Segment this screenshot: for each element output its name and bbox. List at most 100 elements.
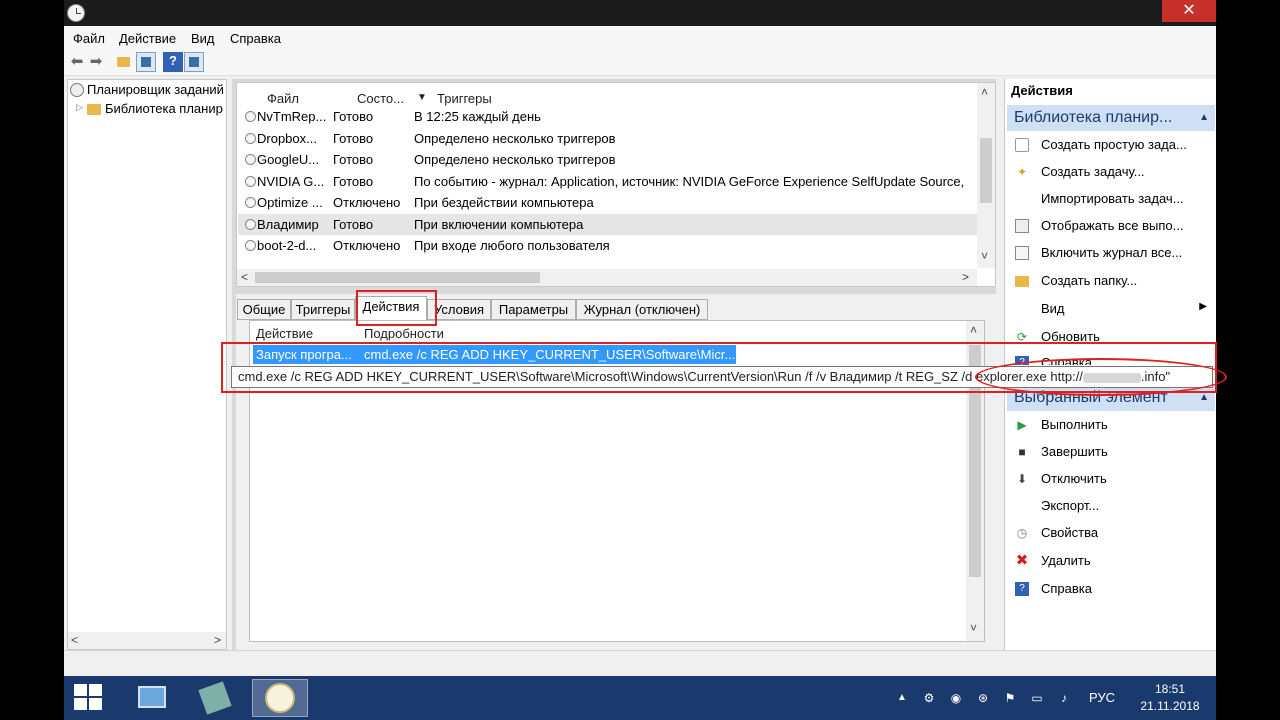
action-label: Отключить bbox=[1041, 471, 1107, 486]
folder-icon bbox=[87, 104, 101, 115]
navigation-tree: Планировщик заданий ▷ Библиотека планир … bbox=[67, 79, 227, 650]
tab-general[interactable]: Общие bbox=[237, 299, 291, 320]
task-status: Готово bbox=[333, 217, 374, 232]
task-icon bbox=[245, 154, 256, 165]
show-action-pane-icon[interactable] bbox=[184, 52, 204, 72]
clock-icon bbox=[70, 83, 84, 97]
action-label: Создать задачу... bbox=[1041, 164, 1145, 179]
collapse-icon[interactable]: ▲ bbox=[1199, 105, 1209, 131]
taskbar-task-scheduler[interactable] bbox=[252, 679, 308, 717]
scroll-thumb[interactable] bbox=[980, 138, 992, 203]
section-library[interactable]: Библиотека планир... ▲ bbox=[1007, 105, 1215, 131]
network-icon[interactable]: ▭ bbox=[1029, 690, 1045, 706]
tree-item-library[interactable]: ▷ Библиотека планир bbox=[68, 100, 226, 118]
action-label: Импортировать задач... bbox=[1041, 191, 1184, 206]
scroll-left-icon[interactable]: < bbox=[71, 633, 78, 647]
action-import-task[interactable]: Импортировать задач... bbox=[1007, 187, 1215, 211]
action-run[interactable]: ▶ Выполнить bbox=[1007, 413, 1215, 437]
log-icon bbox=[1015, 246, 1029, 260]
table-row[interactable]: Dropbox... Готово Определено несколько т… bbox=[238, 128, 978, 149]
column-header-status[interactable]: Состо... bbox=[357, 91, 404, 106]
task-status: Отключено bbox=[333, 238, 401, 253]
tray-ball-icon[interactable]: ⊛ bbox=[975, 690, 991, 706]
action-delete[interactable]: ✖ Удалить bbox=[1007, 549, 1215, 573]
table-row[interactable]: NvTmRep... Готово В 12:25 каждый день bbox=[238, 106, 978, 127]
action-enable-history[interactable]: Включить журнал все... bbox=[1007, 241, 1215, 265]
clock[interactable]: 18:51 21.11.2018 bbox=[1132, 681, 1208, 715]
column-header-triggers[interactable]: Триггеры bbox=[437, 91, 492, 106]
menu-action[interactable]: Действие bbox=[119, 31, 176, 46]
task-name: Владимир bbox=[257, 217, 319, 232]
table-row-selected[interactable]: Владимир Готово При включении компьютера bbox=[238, 214, 978, 235]
vertical-scrollbar[interactable]: ˄ ˅ bbox=[977, 83, 995, 268]
horizontal-scrollbar[interactable]: < > bbox=[237, 269, 977, 286]
action-label: Выполнить bbox=[1041, 417, 1108, 432]
back-arrow-icon[interactable]: ⬅ bbox=[67, 52, 87, 72]
action-display-running[interactable]: Отображать все выпо... bbox=[1007, 214, 1215, 238]
task-trigger: В 12:25 каждый день bbox=[414, 109, 541, 124]
discord-icon[interactable]: ◉ bbox=[948, 690, 964, 706]
close-button[interactable]: ✕ bbox=[1162, 0, 1216, 22]
table-row[interactable]: boot-2-d... Отключено При входе любого п… bbox=[238, 235, 978, 256]
windows-start-icon[interactable] bbox=[74, 684, 106, 712]
action-create-task[interactable]: ✦ Создать задачу... bbox=[1007, 160, 1215, 184]
new-task-icon: ✦ bbox=[1016, 165, 1028, 179]
taskbar-explorer[interactable] bbox=[124, 679, 180, 717]
action-end[interactable]: ■ Завершить bbox=[1007, 440, 1215, 464]
scroll-right-icon[interactable]: > bbox=[962, 270, 969, 284]
task-status: Готово bbox=[333, 131, 374, 146]
action-export[interactable]: Экспорт... bbox=[1007, 494, 1215, 518]
task-name: Optimize ... bbox=[257, 195, 323, 210]
action-label: Включить журнал все... bbox=[1041, 245, 1183, 260]
volume-icon[interactable]: ♪ bbox=[1056, 690, 1072, 706]
menu-help[interactable]: Справка bbox=[230, 31, 281, 46]
action-label: Свойства bbox=[1041, 525, 1099, 540]
task-icon bbox=[245, 111, 256, 122]
menu-view[interactable]: Вид bbox=[191, 31, 215, 46]
scroll-up-icon[interactable]: ˄ bbox=[981, 85, 988, 99]
column-header-file[interactable]: Файл bbox=[267, 91, 299, 106]
table-row[interactable]: NVIDIA G... Готово По событию - журнал: … bbox=[238, 171, 978, 192]
action-label: Создать простую зада... bbox=[1041, 137, 1187, 152]
action-new-folder[interactable]: Создать папку... bbox=[1007, 269, 1215, 293]
tree-item-scheduler[interactable]: Планировщик заданий bbox=[68, 81, 226, 99]
tray-expand-icon[interactable]: ▲ bbox=[894, 690, 910, 706]
action-view[interactable]: Вид ▶ bbox=[1007, 297, 1215, 321]
tray-app-icon[interactable]: ⚙ bbox=[921, 690, 937, 706]
flag-icon[interactable]: ⚑ bbox=[1002, 690, 1018, 706]
scroll-down-icon[interactable]: ˅ bbox=[970, 621, 977, 635]
scroll-down-icon[interactable]: ˅ bbox=[981, 249, 988, 263]
computer-icon bbox=[138, 686, 166, 708]
tab-settings[interactable]: Параметры bbox=[491, 299, 576, 320]
scroll-left-icon[interactable]: < bbox=[241, 270, 248, 284]
table-row[interactable]: Optimize ... Отключено При бездействии к… bbox=[238, 192, 978, 213]
task-status: Готово bbox=[333, 174, 374, 189]
tab-triggers[interactable]: Триггеры bbox=[291, 299, 355, 320]
scroll-up-icon[interactable]: ˄ bbox=[970, 323, 977, 337]
taskbar-app[interactable] bbox=[188, 679, 244, 717]
expand-icon[interactable]: ▷ bbox=[76, 102, 83, 113]
horizontal-scrollbar[interactable]: < > bbox=[68, 632, 226, 649]
language-indicator[interactable]: РУС bbox=[1089, 690, 1115, 705]
action-create-basic-task[interactable]: Создать простую зада... bbox=[1007, 133, 1215, 157]
up-folder-icon[interactable] bbox=[114, 52, 134, 72]
forward-arrow-icon[interactable]: ➡ bbox=[86, 52, 106, 72]
task-trigger: Определено несколько триггеров bbox=[414, 131, 616, 146]
task-name: NvTmRep... bbox=[257, 109, 327, 124]
action-help-selected[interactable]: ? Справка bbox=[1007, 577, 1215, 601]
toolbar: ⬅ ➡ ? bbox=[64, 50, 1216, 76]
action-disable[interactable]: ⬇ Отключить bbox=[1007, 467, 1215, 491]
action-properties[interactable]: ◷ Свойства bbox=[1007, 521, 1215, 545]
column-header-details: Подробности bbox=[364, 326, 444, 341]
task-name: GoogleU... bbox=[257, 152, 320, 167]
status-bar bbox=[64, 650, 1216, 676]
show-tree-icon[interactable] bbox=[136, 52, 156, 72]
scroll-right-icon[interactable]: > bbox=[214, 633, 221, 647]
table-row[interactable]: GoogleU... Готово Определено несколько т… bbox=[238, 149, 978, 170]
tab-history[interactable]: Журнал (отключен) bbox=[576, 299, 708, 320]
help-icon[interactable]: ? bbox=[163, 52, 183, 72]
menu-file[interactable]: Файл bbox=[73, 31, 105, 46]
scroll-thumb[interactable] bbox=[255, 272, 540, 283]
task-icon bbox=[245, 197, 256, 208]
column-header-action: Действие bbox=[256, 326, 314, 341]
